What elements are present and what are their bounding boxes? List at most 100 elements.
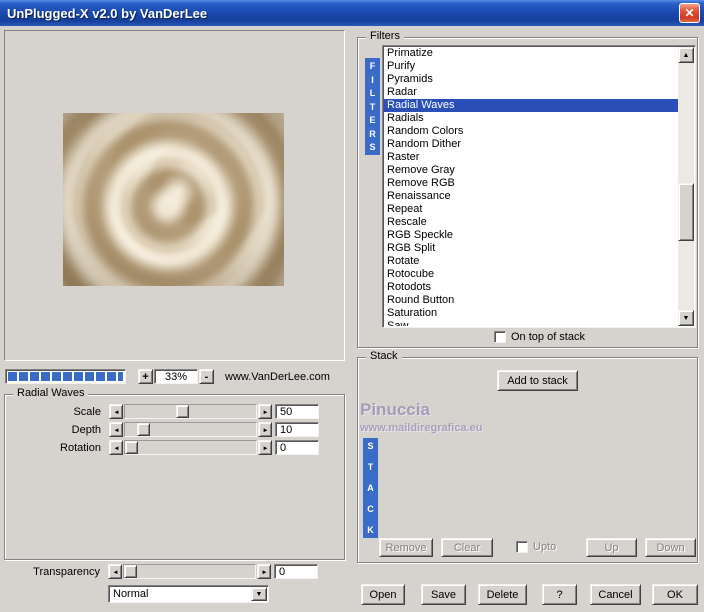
rotation-slider-thumb[interactable] bbox=[125, 441, 138, 454]
filter-item[interactable]: Remove Gray bbox=[384, 164, 678, 177]
depth-decrement-button[interactable]: ◄ bbox=[109, 422, 123, 437]
preview-panel bbox=[4, 30, 345, 361]
zoom-progress-fill bbox=[8, 372, 123, 381]
depth-label: Depth bbox=[5, 424, 101, 436]
scroll-up-button[interactable]: ▲ bbox=[678, 47, 694, 63]
vertical-letter: C bbox=[367, 504, 374, 514]
scale-slider-thumb[interactable] bbox=[176, 405, 189, 418]
vertical-letter: F bbox=[370, 61, 376, 71]
on-top-of-stack-checkbox[interactable]: On top of stack bbox=[494, 331, 585, 343]
on-top-of-stack-label: On top of stack bbox=[511, 331, 585, 343]
scale-slider-track[interactable] bbox=[124, 404, 257, 419]
clear-button[interactable]: Clear bbox=[441, 538, 493, 557]
scale-decrement-button[interactable]: ◄ bbox=[109, 404, 123, 419]
open-button[interactable]: Open bbox=[361, 584, 405, 605]
rotation-value-field[interactable]: 0 bbox=[275, 440, 319, 455]
zoom-in-button[interactable]: + bbox=[138, 369, 153, 384]
arrow-left-icon: ◄ bbox=[113, 445, 119, 451]
stack-group: Stack Add to stack STACK Pinuccia www.ma… bbox=[357, 357, 698, 563]
scale-increment-button[interactable]: ► bbox=[258, 404, 272, 419]
rotation-slider-track[interactable] bbox=[124, 440, 257, 455]
filter-item[interactable]: Primatize bbox=[384, 47, 678, 60]
filter-item[interactable]: Saw bbox=[384, 320, 678, 326]
filter-item[interactable]: Rotate bbox=[384, 255, 678, 268]
blend-mode-dropdown-button[interactable]: ▼ bbox=[251, 587, 267, 601]
zoom-value-field: 33% bbox=[154, 369, 198, 384]
upto-checkbox[interactable]: Upto bbox=[516, 541, 556, 553]
up-button[interactable]: Up bbox=[586, 538, 637, 557]
filter-item[interactable]: Random Colors bbox=[384, 125, 678, 138]
depth-increment-button[interactable]: ► bbox=[258, 422, 272, 437]
pattern-vignette bbox=[63, 113, 284, 286]
rotation-increment-button[interactable]: ► bbox=[258, 440, 272, 455]
filters-group: Filters FILTERS PrimatizePurifyPyramidsR… bbox=[357, 37, 698, 348]
transparency-increment-button[interactable]: ► bbox=[257, 564, 271, 579]
vendor-website-link[interactable]: www.VanDerLee.com bbox=[225, 371, 330, 383]
filter-item[interactable]: Purify bbox=[384, 60, 678, 73]
filter-item[interactable]: Radar bbox=[384, 86, 678, 99]
filter-item[interactable]: Pyramids bbox=[384, 73, 678, 86]
zoom-out-button[interactable]: - bbox=[199, 369, 214, 384]
rotation-decrement-button[interactable]: ◄ bbox=[109, 440, 123, 455]
arrow-down-icon: ▼ bbox=[683, 315, 690, 322]
watermark-url: www.maildiregrafica.eu bbox=[360, 422, 482, 434]
filters-list: PrimatizePurifyPyramidsRadarRadial Waves… bbox=[384, 47, 678, 326]
vertical-letter: S bbox=[367, 441, 373, 451]
vertical-letter: L bbox=[370, 88, 376, 98]
preview-image bbox=[63, 113, 284, 286]
help-button[interactable]: ? bbox=[542, 584, 577, 605]
filter-item[interactable]: RGB Split bbox=[384, 242, 678, 255]
down-button[interactable]: Down bbox=[645, 538, 696, 557]
depth-value-field[interactable]: 10 bbox=[275, 422, 319, 437]
filter-item[interactable]: Rescale bbox=[384, 216, 678, 229]
arrow-left-icon: ◄ bbox=[112, 569, 118, 575]
rotation-label: Rotation bbox=[5, 442, 101, 454]
arrow-right-icon: ► bbox=[262, 409, 268, 415]
filter-item[interactable]: Remove RGB bbox=[384, 177, 678, 190]
depth-slider-thumb[interactable] bbox=[137, 423, 150, 436]
vertical-letter: E bbox=[369, 115, 375, 125]
transparency-decrement-button[interactable]: ◄ bbox=[108, 564, 122, 579]
filter-item[interactable]: Raster bbox=[384, 151, 678, 164]
close-button[interactable]: ✕ bbox=[679, 3, 700, 23]
vertical-letter: A bbox=[367, 483, 374, 493]
radial-waves-group-label: Radial Waves bbox=[13, 387, 88, 399]
filter-item[interactable]: Round Button bbox=[384, 294, 678, 307]
checkbox-icon bbox=[494, 331, 506, 343]
transparency-slider-thumb[interactable] bbox=[124, 565, 137, 578]
filter-item[interactable]: Saturation bbox=[384, 307, 678, 320]
stack-group-label: Stack bbox=[366, 350, 402, 362]
window-title: UnPlugged-X v2.0 by VanDerLee bbox=[7, 6, 207, 21]
titlebar[interactable]: UnPlugged-X v2.0 by VanDerLee bbox=[0, 0, 704, 26]
radial-waves-group: Radial Waves Scale ◄ ► 50 Depth ◄ ► 10 R… bbox=[4, 394, 345, 560]
add-to-stack-button[interactable]: Add to stack bbox=[497, 370, 578, 391]
zoom-progressbar bbox=[5, 369, 126, 384]
depth-slider-track[interactable] bbox=[124, 422, 257, 437]
arrow-up-icon: ▲ bbox=[683, 52, 690, 59]
vertical-letter: K bbox=[367, 525, 374, 535]
scroll-down-button[interactable]: ▼ bbox=[678, 310, 694, 326]
transparency-slider-track[interactable] bbox=[123, 564, 256, 579]
transparency-value-field[interactable]: 0 bbox=[274, 564, 318, 579]
filters-vertical-banner: FILTERS bbox=[365, 58, 380, 155]
filter-item[interactable]: Random Dither bbox=[384, 138, 678, 151]
scrollbar-thumb[interactable] bbox=[678, 183, 694, 241]
save-button[interactable]: Save bbox=[421, 584, 466, 605]
filter-item[interactable]: Rotocube bbox=[384, 268, 678, 281]
delete-button[interactable]: Delete bbox=[478, 584, 527, 605]
filter-item[interactable]: Rotodots bbox=[384, 281, 678, 294]
filter-item[interactable]: Radials bbox=[384, 112, 678, 125]
vertical-letter: R bbox=[369, 129, 376, 139]
filter-item-selected[interactable]: Radial Waves bbox=[384, 99, 678, 112]
remove-button[interactable]: Remove bbox=[379, 538, 433, 557]
scale-value-field[interactable]: 50 bbox=[275, 404, 319, 419]
rotation-slider-row: Rotation ◄ ► 0 bbox=[5, 440, 344, 456]
blend-mode-dropdown[interactable]: Normal ▼ bbox=[108, 585, 269, 603]
filter-item[interactable]: Renaissance bbox=[384, 190, 678, 203]
filter-item[interactable]: Repeat bbox=[384, 203, 678, 216]
cancel-button[interactable]: Cancel bbox=[590, 584, 641, 605]
filter-item[interactable]: RGB Speckle bbox=[384, 229, 678, 242]
filters-scrollbar[interactable]: ▲ ▼ bbox=[678, 47, 694, 326]
arrow-right-icon: ► bbox=[262, 445, 268, 451]
ok-button[interactable]: OK bbox=[652, 584, 698, 605]
